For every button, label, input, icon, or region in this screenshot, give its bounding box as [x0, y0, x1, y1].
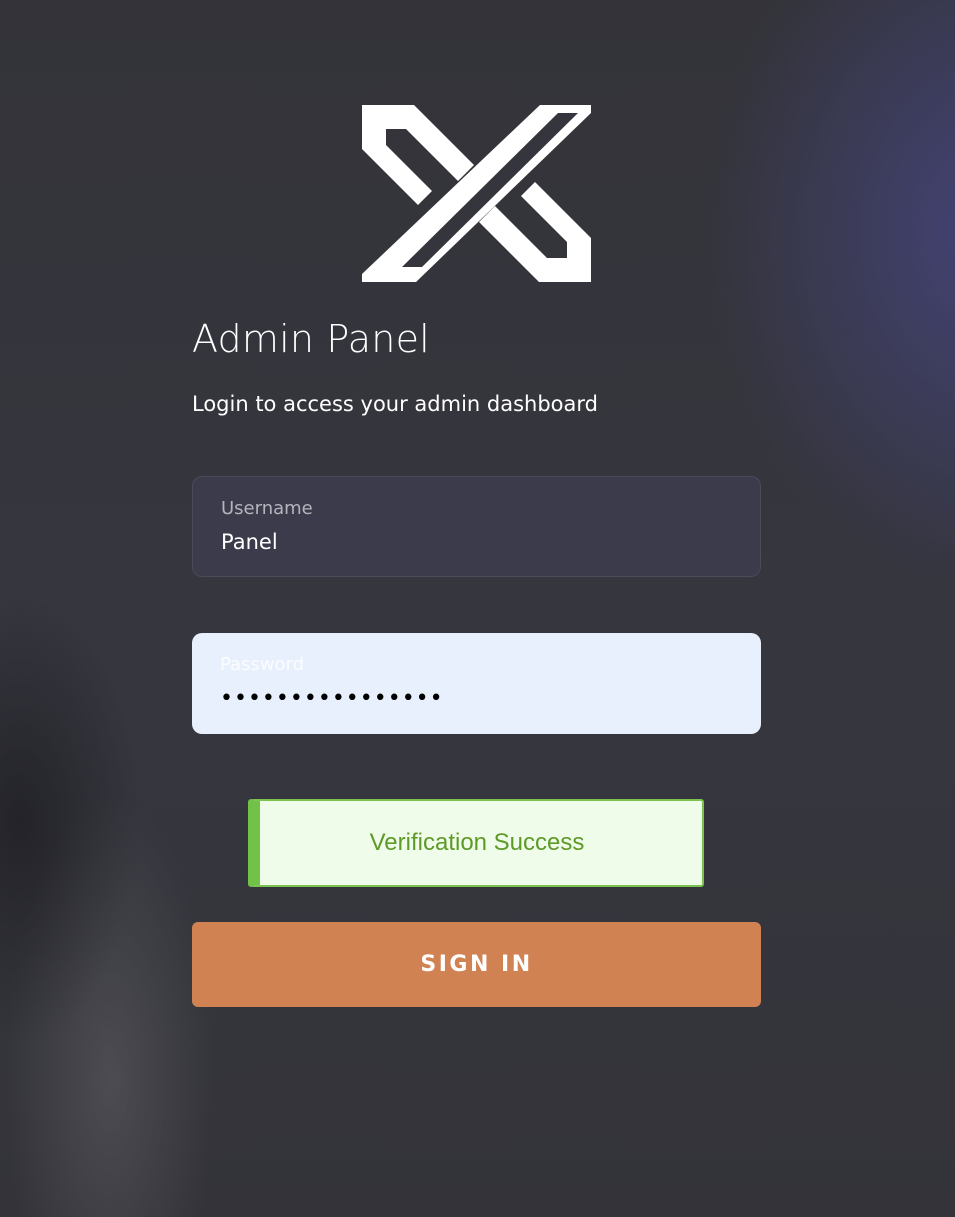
username-input[interactable] — [219, 527, 723, 557]
password-label: Password — [220, 654, 305, 675]
username-field[interactable]: Username — [192, 476, 761, 577]
verification-status: Verification Success — [248, 799, 704, 887]
page-title: Admin Panel — [192, 317, 430, 361]
verification-text: Verification Success — [369, 829, 585, 856]
password-field[interactable]: Password — [192, 633, 761, 734]
password-input[interactable] — [218, 683, 722, 713]
sign-in-button[interactable]: SIGN IN — [192, 922, 761, 1007]
x-logo-icon — [362, 105, 591, 282]
page-subtitle: Login to access your admin dashboard — [192, 392, 598, 416]
username-label: Username — [221, 498, 313, 519]
